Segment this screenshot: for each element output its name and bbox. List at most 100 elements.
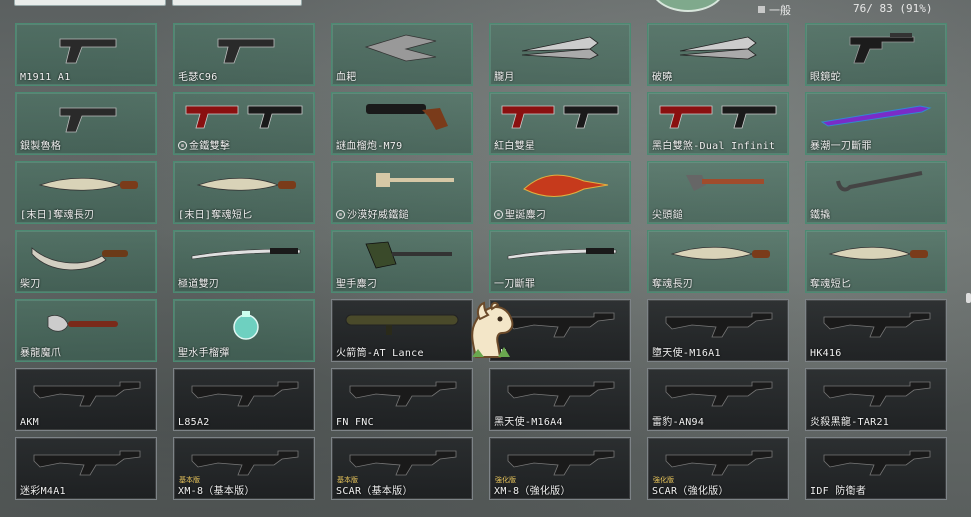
weapon-card[interactable]: 金鐵雙擊: [173, 92, 315, 155]
weapon-name-text: 暴龍魔爪: [20, 348, 62, 359]
sword-icon: [820, 105, 932, 127]
weapon-card[interactable]: 聖誕麋刁: [489, 161, 631, 224]
knife-icon: [196, 177, 296, 191]
weapon-card[interactable]: 暴龍魔爪: [15, 299, 157, 362]
weapon-name: 眼鏡蛇: [810, 68, 841, 83]
weapon-name-text: 金鐵雙擊: [189, 141, 231, 152]
weapon-card[interactable]: FN FNC: [331, 368, 473, 431]
weapon-name: [末日]奪魂短匕: [178, 206, 252, 221]
weapon-name: [末日]奪魂長刃: [20, 206, 94, 221]
weapon-card[interactable]: M1911 A1: [15, 23, 157, 86]
knife-icon: [828, 246, 928, 260]
horse-mascot-icon: [471, 301, 514, 358]
weapon-name: 謎血榴炮-M79: [336, 137, 402, 152]
weapon-name: AKM: [20, 417, 39, 428]
weapon-name: 血耙: [336, 68, 357, 83]
weapon-name: 聖手麋刁: [336, 275, 377, 290]
weapon-card[interactable]: [末日]奪魂長刃: [15, 161, 157, 224]
weapon-card[interactable]: 雷豹-AN94: [647, 368, 789, 431]
weapon-card[interactable]: 基本版 XM-8（基本版）: [173, 437, 315, 500]
scrollbar-thumb[interactable]: [966, 293, 971, 303]
weapon-card[interactable]: 黑白雙煞-Dual Infinit: [647, 92, 789, 155]
weapon-card[interactable]: IDF 防衛者: [805, 437, 947, 500]
claw-icon: [47, 315, 118, 332]
weapon-card[interactable]: 謎血榴炮-M79: [331, 92, 473, 155]
weapon-card[interactable]: 極道雙刃: [173, 230, 315, 293]
weapon-card[interactable]: 基本版 SCAR（基本版）: [331, 437, 473, 500]
weapon-card[interactable]: 紅白雙星: [489, 92, 631, 155]
weapon-card[interactable]: 銀製魯格: [15, 92, 157, 155]
weapon-name-text: 暴潮一刀斷罪: [810, 141, 872, 152]
weapon-card[interactable]: 奪魂長刃: [647, 230, 789, 293]
weapon-name-text: 銀製魯格: [20, 141, 62, 152]
pin-icon: [178, 141, 187, 150]
weapon-card[interactable]: 奪魂短匕: [805, 230, 947, 293]
weapon-name: 尖頭鎚: [652, 206, 683, 221]
weapon-card[interactable]: 毛瑟C96: [173, 23, 315, 86]
weapon-card[interactable]: 朧月: [489, 23, 631, 86]
weapon-card[interactable]: 火箭筒-AT Lance: [331, 299, 473, 362]
weapon-name-text: XM-8（強化版）: [494, 486, 571, 497]
weapon-name-text: 雷豹-AN94: [652, 417, 705, 428]
pin-icon: [494, 210, 503, 219]
rifle-icon: [191, 381, 299, 407]
inventory-count: 76/ 83 (91%): [853, 2, 933, 15]
weapon-name-text: FN FNC: [336, 417, 374, 428]
weapon-name-text: 一刀斷罪: [494, 279, 536, 290]
weapon-card[interactable]: 眼鏡蛇: [805, 23, 947, 86]
weapon-card[interactable]: 黑天使-M16A4: [489, 368, 631, 431]
weapon-card[interactable]: 迷彩M4A1: [15, 437, 157, 500]
weapon-card[interactable]: 聖手麋刁: [331, 230, 473, 293]
weapon-card[interactable]: 聖水手榴彈: [173, 299, 315, 362]
weapon-card[interactable]: 沙漠好威鐵鎚: [331, 161, 473, 224]
weapon-name: 暴龍魔爪: [20, 344, 61, 359]
weapon-name-text: 尖頭鎚: [652, 210, 683, 221]
weapon-name-text: 血耙: [336, 72, 357, 83]
kukri-icon: [31, 247, 128, 271]
weapon-name-text: IDF 防衛者: [810, 486, 867, 497]
weapon-name-text: [末日]奪魂長刃: [20, 210, 95, 221]
weapon-card[interactable]: [末日]奪魂短匕: [173, 161, 315, 224]
knife-icon: [38, 177, 138, 191]
weapon-card[interactable]: 柴刀: [15, 230, 157, 293]
weapon-name: 墮天使-M16A1: [652, 344, 721, 359]
weapon-name: 雷豹-AN94: [652, 413, 704, 428]
weapon-card[interactable]: L85A2: [173, 368, 315, 431]
top-tab-right[interactable]: [172, 0, 302, 6]
weapon-card[interactable]: 鐵撬: [805, 161, 947, 224]
weapon-card[interactable]: 一刀斷罪: [489, 230, 631, 293]
knife-icon: [670, 246, 770, 260]
weapon-name: 紅白雙星: [494, 137, 535, 152]
crowbar-icon: [836, 171, 923, 192]
weapon-name-text: 眼鏡蛇: [810, 72, 841, 83]
weapon-name: 一刀斷罪: [494, 275, 535, 290]
weapon-card[interactable]: 強化版 SCAR（強化版）: [647, 437, 789, 500]
weapon-card[interactable]: 血耙: [331, 23, 473, 86]
weapon-name-text: 毛瑟C96: [178, 72, 218, 83]
weapon-name: 朧月: [494, 68, 515, 83]
weapon-card[interactable]: 暴潮一刀斷罪: [805, 92, 947, 155]
weapon-name: M1911 A1: [20, 72, 71, 83]
rifle-icon: [823, 381, 931, 407]
weapon-name: FN FNC: [336, 417, 374, 428]
weapon-name: 毛瑟C96: [178, 68, 218, 83]
filter-general[interactable]: 一般: [758, 2, 791, 18]
weapon-card[interactable]: AKM: [15, 368, 157, 431]
top-tab-left[interactable]: [14, 0, 166, 6]
weapon-name-text: HK416: [810, 348, 842, 359]
weapon-card[interactable]: 破曉: [647, 23, 789, 86]
weapon-name: 炎殺黑龍-TAR21: [810, 413, 889, 428]
weapon-card[interactable]: 墮天使-M16A1: [647, 299, 789, 362]
weapon-card[interactable]: HK416: [805, 299, 947, 362]
rifle-icon: [823, 450, 931, 476]
weapon-name: 柴刀: [20, 275, 41, 290]
weapon-name-text: [末日]奪魂短匕: [178, 210, 253, 221]
grenade-launcher-icon: [366, 104, 448, 130]
weapon-name-text: 黑白雙煞-Dual Infinit: [652, 141, 776, 152]
weapon-card[interactable]: 尖頭鎚: [647, 161, 789, 224]
weapon-name: 奪魂短匕: [810, 275, 851, 290]
dual-pistol-icon: [659, 105, 777, 129]
weapon-name: 聖誕麋刁: [494, 206, 546, 221]
weapon-card[interactable]: 炎殺黑龍-TAR21: [805, 368, 947, 431]
weapon-card[interactable]: 強化版 XM-8（強化版）: [489, 437, 631, 500]
